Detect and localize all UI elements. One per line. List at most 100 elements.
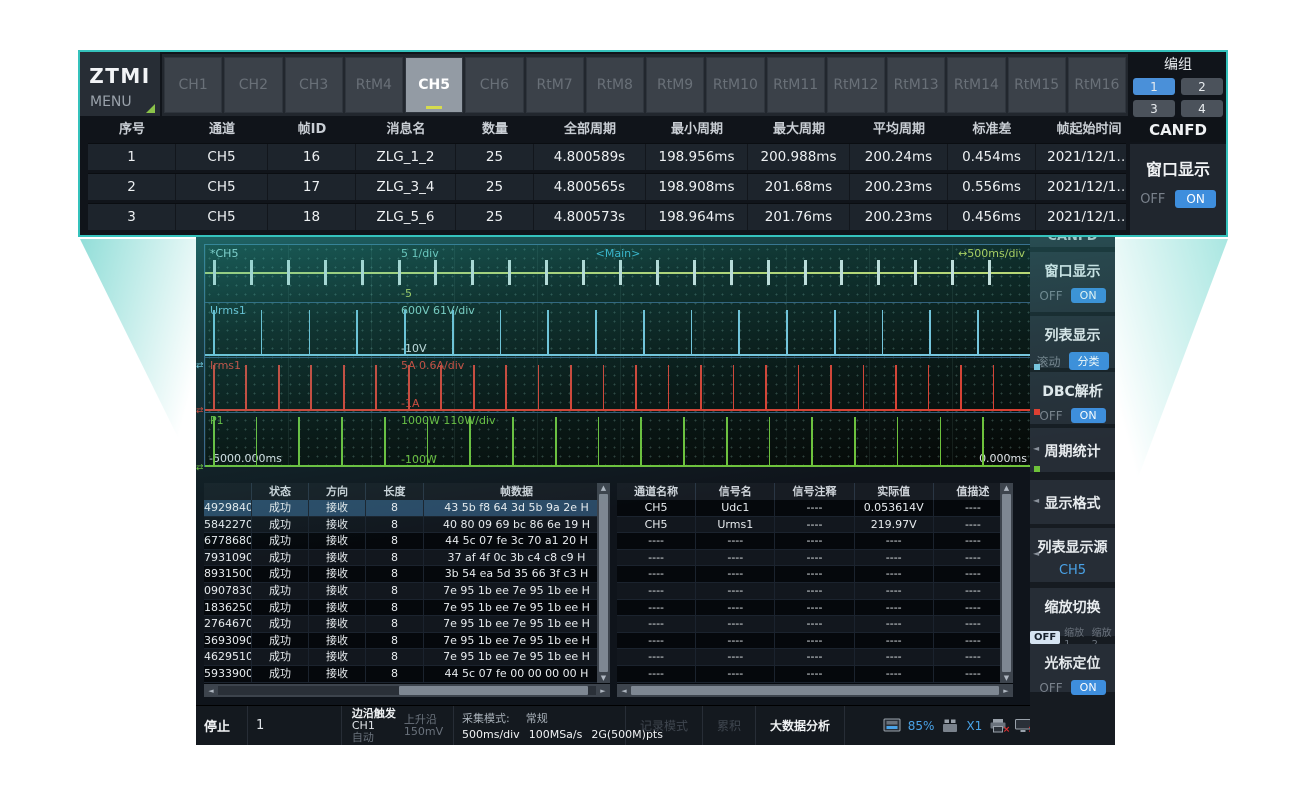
vertical-scrollbar[interactable]: ▲▼ xyxy=(1000,483,1013,683)
scroll-left-icon[interactable]: ◄ xyxy=(617,687,631,695)
sidebar-光标定位[interactable]: 光标定位OFFON xyxy=(1030,644,1115,692)
table-row[interactable]: -------------------- xyxy=(617,616,1013,633)
table-row[interactable]: 3693090成功接收87e 95 1b ee 7e 95 1b ee H xyxy=(204,633,610,650)
sidebar-列表显示源[interactable]: 列表显示源◄CH5 xyxy=(1030,528,1115,582)
table-row[interactable]: 6778680成功接收844 5c 07 fe 3c 70 a1 20 H xyxy=(204,533,610,550)
table-row[interactable]: -------------------- xyxy=(617,633,1013,650)
cell: 7e 95 1b ee 7e 95 1b ee H xyxy=(424,600,610,617)
pulse-tick xyxy=(929,310,931,354)
table-row[interactable]: -------------------- xyxy=(617,649,1013,666)
tab-rtm4[interactable]: RtM4 xyxy=(345,57,403,113)
tab-rtm15[interactable]: RtM15 xyxy=(1008,57,1066,113)
tab-ch5[interactable]: CH5 xyxy=(405,57,463,113)
stat-cell: ZLG_3_4 xyxy=(356,174,456,200)
stat-table-row[interactable]: 1CH516ZLG_1_2254.800589s198.956ms200.988… xyxy=(88,143,1126,170)
table-row[interactable]: 0907830成功接收87e 95 1b ee 7e 95 1b ee H xyxy=(204,583,610,600)
mode-记录模式[interactable]: 记录模式 xyxy=(626,706,703,745)
tab-rtm7[interactable]: RtM7 xyxy=(526,57,584,113)
toggle-off-option[interactable]: OFF xyxy=(1039,409,1062,423)
horizontal-scrollbar[interactable]: ◄► xyxy=(204,684,610,697)
window-display-on[interactable]: ON xyxy=(1175,190,1215,208)
cell: 接收 xyxy=(309,616,366,633)
stat-header-cell: 平均周期 xyxy=(850,120,948,140)
tab-ch2[interactable]: CH2 xyxy=(224,57,282,113)
tab-rtm13[interactable]: RtM13 xyxy=(887,57,945,113)
sidebar-section-value: CH5 xyxy=(1030,563,1115,578)
sidebar-DBC解析[interactable]: DBC解析OFFON xyxy=(1030,372,1115,424)
table-row[interactable]: -------------------- xyxy=(617,600,1013,617)
horizontal-scrollbar[interactable]: ◄► xyxy=(617,684,1013,697)
sidebar-列表显示[interactable]: 列表显示滚动分类 xyxy=(1030,316,1115,368)
tab-rtm12[interactable]: RtM12 xyxy=(827,57,885,113)
tab-ch1[interactable]: CH1 xyxy=(164,57,222,113)
tab-rtm11[interactable]: RtM11 xyxy=(767,57,825,113)
group-button-2[interactable]: 2 xyxy=(1181,78,1223,95)
table-row[interactable]: 2764670成功接收87e 95 1b ee 7e 95 1b ee H xyxy=(204,616,610,633)
zoom-option-OFF[interactable]: OFF xyxy=(1030,631,1060,644)
table-row[interactable]: -------------------- xyxy=(617,583,1013,600)
sidebar-显示格式[interactable]: 显示格式◄ xyxy=(1030,480,1115,524)
scroll-thumb[interactable] xyxy=(399,686,588,695)
scroll-up-icon[interactable]: ▲ xyxy=(1004,484,1009,492)
group-button-1[interactable]: 1 xyxy=(1133,78,1175,95)
scroll-left-icon[interactable]: ◄ xyxy=(204,687,218,695)
table-row[interactable]: -------------------- xyxy=(617,566,1013,583)
scroll-down-icon[interactable]: ▼ xyxy=(601,674,606,682)
sidebar-窗口显示[interactable]: 窗口显示OFFON xyxy=(1030,252,1115,312)
scroll-thumb[interactable] xyxy=(1002,494,1011,672)
scroll-track[interactable] xyxy=(218,686,596,695)
tab-ch6[interactable]: CH6 xyxy=(465,57,523,113)
pulse-tick xyxy=(598,417,600,465)
mode-大数据分析[interactable]: 大数据分析 xyxy=(756,706,845,745)
table-row[interactable]: -------------------- xyxy=(617,533,1013,550)
tab-rtm10[interactable]: RtM10 xyxy=(706,57,764,113)
table-row[interactable]: -------------------- xyxy=(617,550,1013,567)
cell: 0907830 xyxy=(204,583,252,600)
pulse-tick xyxy=(256,417,258,465)
toggle-off-option[interactable]: OFF xyxy=(1039,681,1062,695)
table-row[interactable]: 5933900成功接收844 5c 07 fe 00 00 00 00 H xyxy=(204,666,610,683)
stat-table-row[interactable]: 3CH518ZLG_5_6254.800573s198.964ms201.76m… xyxy=(88,203,1126,230)
group-button-3[interactable]: 3 xyxy=(1133,100,1175,117)
tab-rtm8[interactable]: RtM8 xyxy=(586,57,644,113)
toggle-on-option[interactable]: ON xyxy=(1071,680,1106,695)
scroll-thumb[interactable] xyxy=(599,494,608,672)
window-display-off[interactable]: OFF xyxy=(1140,192,1165,207)
toggle-on-option[interactable]: ON xyxy=(1071,288,1106,303)
group-button-4[interactable]: 4 xyxy=(1181,100,1223,117)
table-row[interactable]: 8931500成功接收83b 54 ea 5d 35 66 3f c3 H xyxy=(204,566,610,583)
channel-position-marker[interactable]: ⇄ xyxy=(196,463,204,473)
sidebar-周期统计[interactable]: 周期统计◄ xyxy=(1030,428,1115,472)
tab-ch3[interactable]: CH3 xyxy=(285,57,343,113)
table-row[interactable]: CH5Udc1----0.053614V---- xyxy=(617,500,1013,517)
stat-table-row[interactable]: 2CH517ZLG_3_4254.800565s198.908ms201.68m… xyxy=(88,173,1126,200)
scroll-track[interactable] xyxy=(631,686,999,695)
channel-position-marker[interactable]: ⇄ xyxy=(196,361,204,371)
channel-position-marker[interactable]: ⇄ xyxy=(196,406,204,416)
toggle-on-option[interactable]: 分类 xyxy=(1069,352,1109,370)
scroll-right-icon[interactable]: ► xyxy=(999,687,1013,695)
table-row[interactable]: 1836250成功接收87e 95 1b ee 7e 95 1b ee H xyxy=(204,600,610,617)
pulse-tick xyxy=(505,365,507,409)
table-row[interactable]: 4629510成功接收87e 95 1b ee 7e 95 1b ee H xyxy=(204,649,610,666)
tab-rtm14[interactable]: RtM14 xyxy=(947,57,1005,113)
sidebar-缩放切换[interactable]: 缩放切换OFF缩放1缩放2 xyxy=(1030,588,1115,636)
table-row[interactable]: 5842270成功接收840 80 09 69 bc 86 6e 19 H xyxy=(204,517,610,534)
pulse-tick xyxy=(343,365,345,409)
scroll-thumb[interactable] xyxy=(631,686,999,695)
mode-累积[interactable]: 累积 xyxy=(703,706,756,745)
table-row[interactable]: -------------------- xyxy=(617,666,1013,683)
toggle-off-option[interactable]: 滚动 xyxy=(1036,353,1060,370)
scroll-right-icon[interactable]: ► xyxy=(596,687,610,695)
vertical-scrollbar[interactable]: ▲▼ xyxy=(597,483,610,683)
table-row[interactable]: 7931090成功接收837 af 4f 0c 3b c4 c8 c9 H xyxy=(204,550,610,567)
table-row[interactable]: CH5Urms1----219.97V---- xyxy=(617,517,1013,534)
tab-rtm9[interactable]: RtM9 xyxy=(646,57,704,113)
toggle-off-option[interactable]: OFF xyxy=(1039,289,1062,303)
scroll-up-icon[interactable]: ▲ xyxy=(601,484,606,492)
table-row[interactable]: 4929840成功接收843 5b f8 64 3d 5b 9a 2e H xyxy=(204,500,610,517)
toggle-on-option[interactable]: ON xyxy=(1071,408,1106,423)
tab-rtm16[interactable]: RtM16 xyxy=(1068,57,1126,113)
scroll-down-icon[interactable]: ▼ xyxy=(1004,674,1009,682)
cell: ---- xyxy=(775,500,854,517)
